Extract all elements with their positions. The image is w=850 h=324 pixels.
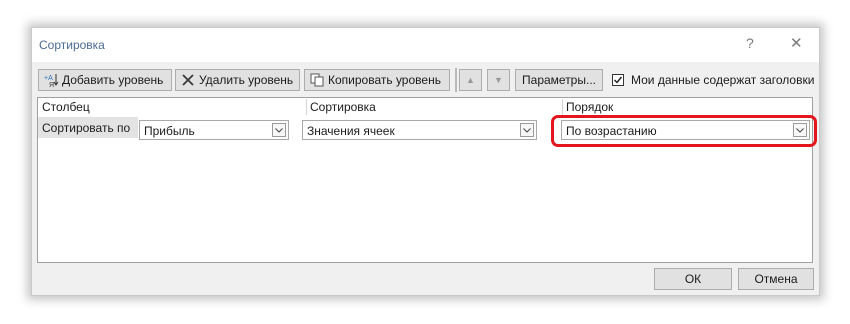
dialog-title: Сортировка [39, 38, 105, 52]
close-button[interactable]: ✕ [790, 34, 803, 52]
copy-level-label: Копировать уровень [328, 73, 441, 87]
ok-label: ОК [684, 272, 702, 286]
move-down-button[interactable]: ▼ [487, 69, 510, 91]
chevron-down-icon[interactable] [272, 123, 286, 137]
headers-checkbox[interactable] [612, 74, 624, 86]
sort-on-select[interactable]: Значения ячеек [302, 120, 537, 140]
delete-level-label: Удалить уровень [199, 73, 294, 87]
column-select-value: Прибыль [144, 124, 195, 138]
dialog-titlebar: Сортировка ? ✕ [32, 28, 819, 62]
column-header: Столбец [42, 100, 90, 114]
add-level-button[interactable]: +A Я Добавить уровень [38, 69, 172, 91]
sort-on-select-value: Значения ячеек [307, 124, 395, 138]
options-button[interactable]: Параметры... [515, 69, 603, 91]
order-highlight-annotation [551, 115, 817, 147]
delete-level-button[interactable]: Удалить уровень [175, 69, 300, 91]
add-level-icon: +A Я [43, 72, 59, 88]
headers-checkbox-group[interactable]: Мои данные содержат заголовки [612, 73, 814, 87]
sort-on-header: Сортировка [306, 99, 376, 115]
ok-button[interactable]: ОК [654, 268, 732, 290]
svg-text:Я: Я [49, 82, 54, 88]
add-level-label: Добавить уровень [62, 73, 164, 87]
help-button[interactable]: ? [746, 35, 754, 51]
copy-level-button[interactable]: Копировать уровень [304, 69, 450, 91]
sort-by-label: Сортировать по [42, 121, 131, 135]
copy-icon [309, 72, 325, 88]
chevron-down-icon[interactable] [520, 123, 534, 137]
order-header: Порядок [562, 99, 613, 115]
checkmark-icon [614, 76, 623, 84]
column-select[interactable]: Прибыль [139, 120, 289, 140]
toolbar-separator [455, 68, 457, 92]
cancel-button[interactable]: Отмена [738, 268, 814, 290]
options-label: Параметры... [522, 73, 596, 87]
sort-dialog: Сортировка ? ✕ +A Я Добавить уровень Уда… [31, 27, 820, 296]
move-down-icon: ▼ [494, 75, 503, 85]
svg-text:+A: +A [44, 75, 53, 82]
move-up-button[interactable]: ▲ [459, 69, 482, 91]
headers-checkbox-label: Мои данные содержат заголовки [631, 73, 815, 87]
move-up-icon: ▲ [466, 75, 475, 85]
cancel-label: Отмена [754, 272, 798, 286]
delete-icon [180, 72, 196, 88]
